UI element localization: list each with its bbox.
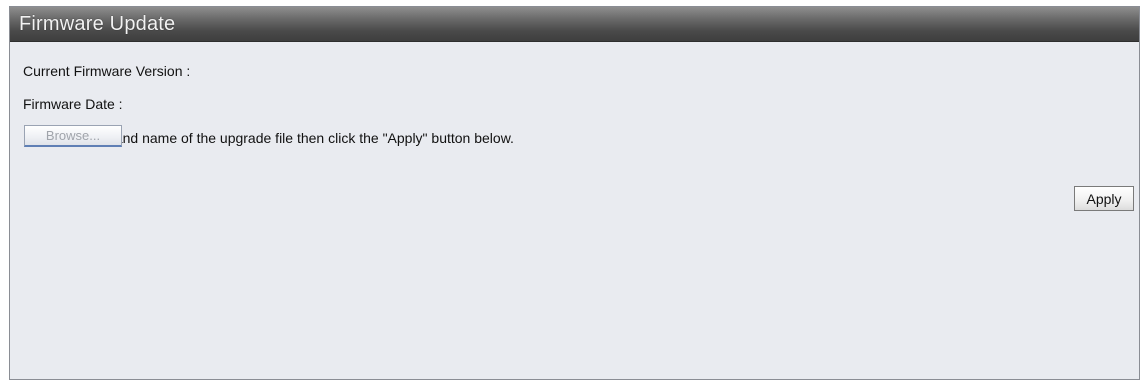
current-firmware-version-label: Current Firmware Version : — [23, 63, 191, 79]
panel-title: Firmware Update — [19, 12, 176, 35]
panel-title-bar: Firmware Update — [10, 7, 1139, 42]
firmware-update-panel: Firmware Update Current Firmware Version… — [9, 6, 1140, 380]
apply-button[interactable]: Apply — [1074, 186, 1134, 211]
firmware-date-label: Firmware Date : — [23, 96, 123, 112]
browse-button[interactable]: Browse... — [24, 125, 122, 147]
